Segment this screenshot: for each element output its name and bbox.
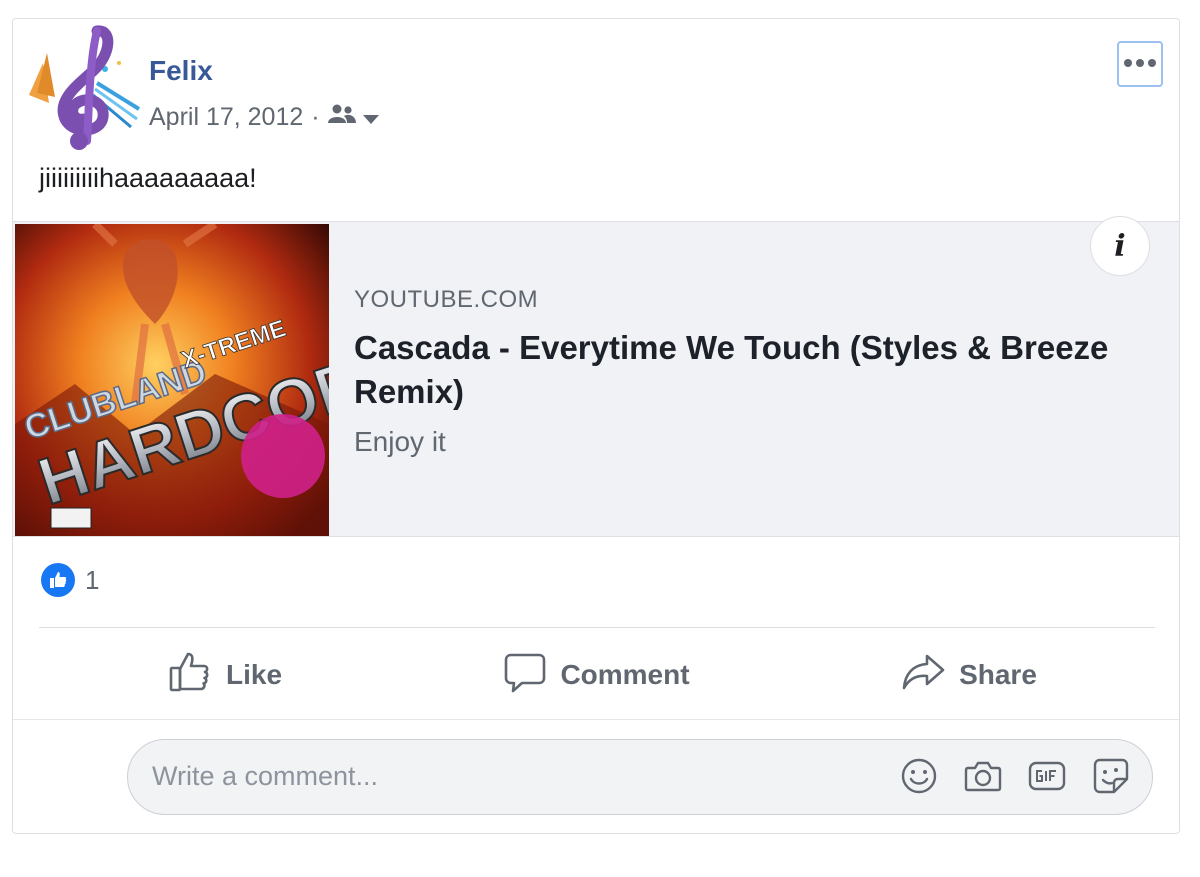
- emoji-icon[interactable]: [900, 757, 938, 795]
- friends-icon[interactable]: [327, 103, 356, 132]
- link-thumbnail[interactable]: CLUBLAND X-TREME HARDCORE: [15, 224, 329, 536]
- link-preview-card[interactable]: CLUBLAND X-TREME HARDCORE YOUTUBE.COM Ca…: [13, 216, 1179, 537]
- comment-label: Comment: [560, 659, 690, 690]
- sticker-icon[interactable]: [1092, 757, 1130, 795]
- post-date[interactable]: April 17, 2012: [149, 103, 303, 132]
- chevron-down-icon[interactable]: [362, 103, 380, 132]
- share-arrow-icon: [901, 652, 945, 699]
- comment-placeholder: Write a comment...: [152, 761, 379, 791]
- comment-button[interactable]: Comment: [411, 631, 783, 719]
- avatar[interactable]: [27, 23, 145, 153]
- author-name[interactable]: Felix: [149, 55, 213, 87]
- post-card: Felix April 17, 2012 · jiiiiiiiiihaaaaaa…: [12, 18, 1180, 834]
- like-button[interactable]: Like: [39, 631, 411, 719]
- comment-input[interactable]: Write a comment...: [127, 739, 1153, 815]
- post-meta: April 17, 2012 ·: [149, 103, 380, 132]
- treble-clef-avatar-image: [29, 25, 141, 150]
- meta-separator: ·: [311, 103, 320, 131]
- thumbs-up-icon: [168, 650, 212, 701]
- link-description: Enjoy it: [354, 426, 446, 457]
- info-button[interactable]: i: [1090, 216, 1150, 276]
- like-reaction-icon: [41, 563, 75, 597]
- gif-icon[interactable]: [1028, 757, 1066, 795]
- more-options-icon: [1123, 55, 1157, 73]
- share-label: Share: [959, 659, 1037, 690]
- comment-tools: [900, 757, 1130, 795]
- divider: [13, 719, 1179, 720]
- reaction-count[interactable]: 1: [85, 565, 99, 596]
- link-domain: YOUTUBE.COM: [354, 286, 539, 313]
- reactions-bar[interactable]: 1: [41, 563, 99, 597]
- action-bar: Like Comment Share: [39, 631, 1155, 719]
- share-button[interactable]: Share: [783, 631, 1155, 719]
- like-label: Like: [225, 659, 283, 690]
- comment-icon: [504, 651, 546, 700]
- more-options-button[interactable]: [1117, 41, 1163, 87]
- camera-icon[interactable]: [964, 757, 1002, 795]
- info-icon: i: [1114, 228, 1126, 264]
- post-text: jiiiiiiiiihaaaaaaaaa!: [39, 163, 257, 193]
- divider: [39, 627, 1155, 628]
- link-title[interactable]: Cascada - Everytime We Touch (Styles & B…: [354, 326, 1114, 414]
